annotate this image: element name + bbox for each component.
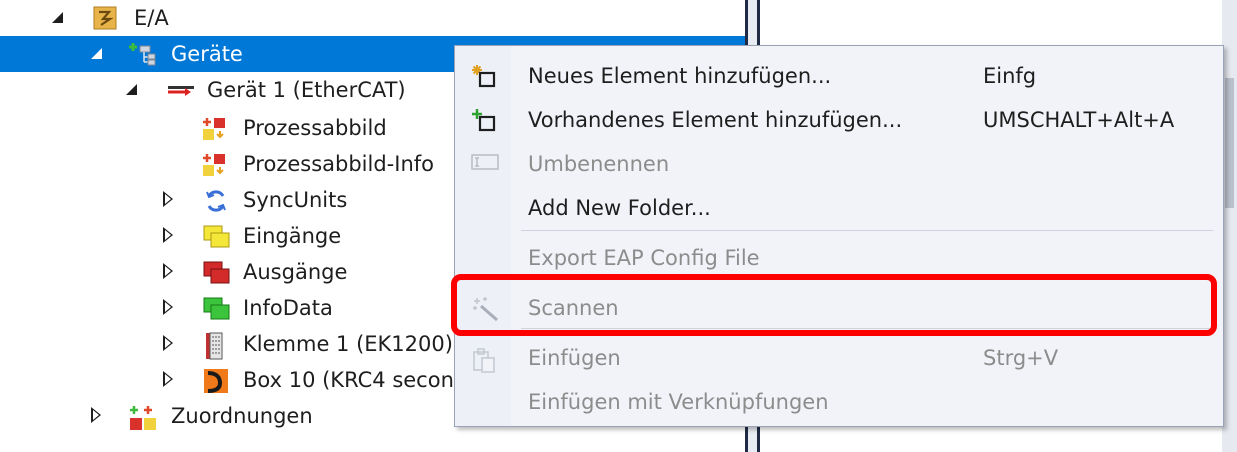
collapse-caret-icon[interactable] — [163, 299, 179, 315]
menu-item-shortcut: Einfg — [983, 64, 1037, 88]
tree-node-label: Zuordnungen — [171, 404, 313, 428]
existing-element-icon — [471, 108, 499, 132]
collapse-caret-icon[interactable] — [163, 371, 179, 387]
tree-node-label: Prozessabbild — [243, 116, 387, 140]
process-image-icon — [201, 116, 225, 140]
menu-item-label: Einfügen mit Verknüpfungen — [528, 390, 829, 414]
menu-item-paste-with-links[interactable]: Einfügen mit Verknüpfungen — [455, 380, 1223, 424]
tree-node-label: Prozessabbild-Info — [243, 152, 434, 176]
context-menu: Neues Element hinzufügen... Einfg Vorhan… — [454, 45, 1224, 427]
paste-icon — [471, 346, 499, 373]
menu-item-new-element[interactable]: Neues Element hinzufügen... Einfg — [455, 54, 1223, 98]
expand-caret-icon[interactable] — [91, 45, 107, 61]
tree-node-label: E/A — [134, 6, 169, 30]
tree-node-label: InfoData — [243, 296, 333, 320]
collapse-caret-icon[interactable] — [163, 191, 179, 207]
tree-node-label: Geräte — [171, 42, 243, 66]
devices-icon — [128, 42, 156, 66]
expand-caret-icon[interactable] — [126, 81, 142, 97]
inputs-icon — [203, 224, 230, 248]
tree-node-label: Gerät 1 (EtherCAT) — [207, 78, 406, 102]
collapse-caret-icon[interactable] — [163, 263, 179, 279]
terminal-icon — [205, 332, 229, 360]
tree-node-label: Klemme 1 (EK1200) — [243, 332, 453, 356]
process-image-info-icon — [201, 152, 225, 176]
menu-item-label: Export EAP Config File — [528, 246, 760, 270]
menu-separator — [521, 230, 1213, 231]
menu-item-add-folder[interactable]: Add New Folder... — [455, 186, 1223, 230]
rename-icon — [471, 152, 499, 176]
collapse-caret-icon[interactable] — [163, 227, 179, 243]
menu-item-shortcut: UMSCHALT+Alt+A — [983, 108, 1175, 132]
highlight-annotation — [451, 274, 1217, 336]
menu-item-shortcut: Strg+V — [983, 346, 1059, 370]
ethercat-device-icon — [167, 78, 194, 102]
new-element-icon — [471, 64, 499, 88]
outputs-icon — [203, 260, 230, 284]
tree-node-label: Eingänge — [243, 224, 342, 248]
expand-caret-icon[interactable] — [52, 9, 68, 25]
menu-item-label: Umbenennen — [528, 152, 670, 176]
collapse-caret-icon[interactable] — [91, 407, 107, 423]
tree-node-label: Box 10 (KRC4 secon — [243, 368, 454, 392]
io-folder-icon — [93, 6, 117, 30]
tree-node-label: Ausgänge — [243, 260, 348, 284]
mappings-icon — [128, 404, 156, 430]
box-icon — [203, 368, 228, 393]
menu-item-paste[interactable]: Einfügen Strg+V — [455, 336, 1223, 380]
vertical-scrollbar[interactable] — [1222, 0, 1237, 452]
tree-node-ea[interactable]: E/A — [0, 0, 745, 36]
menu-item-label: Einfügen — [528, 346, 621, 370]
scrollbar-thumb[interactable] — [1225, 78, 1234, 208]
menu-item-rename[interactable]: Umbenennen — [455, 142, 1223, 186]
menu-item-label: Neues Element hinzufügen... — [528, 64, 832, 88]
menu-item-label: Add New Folder... — [528, 196, 711, 220]
menu-item-label: Vorhandenes Element hinzufügen... — [528, 108, 903, 132]
sync-units-icon — [203, 188, 227, 212]
menu-item-existing-element[interactable]: Vorhandenes Element hinzufügen... UMSCHA… — [455, 98, 1223, 142]
tree-node-label: SyncUnits — [243, 188, 348, 212]
collapse-caret-icon[interactable] — [163, 335, 179, 351]
infodata-icon — [203, 296, 230, 320]
